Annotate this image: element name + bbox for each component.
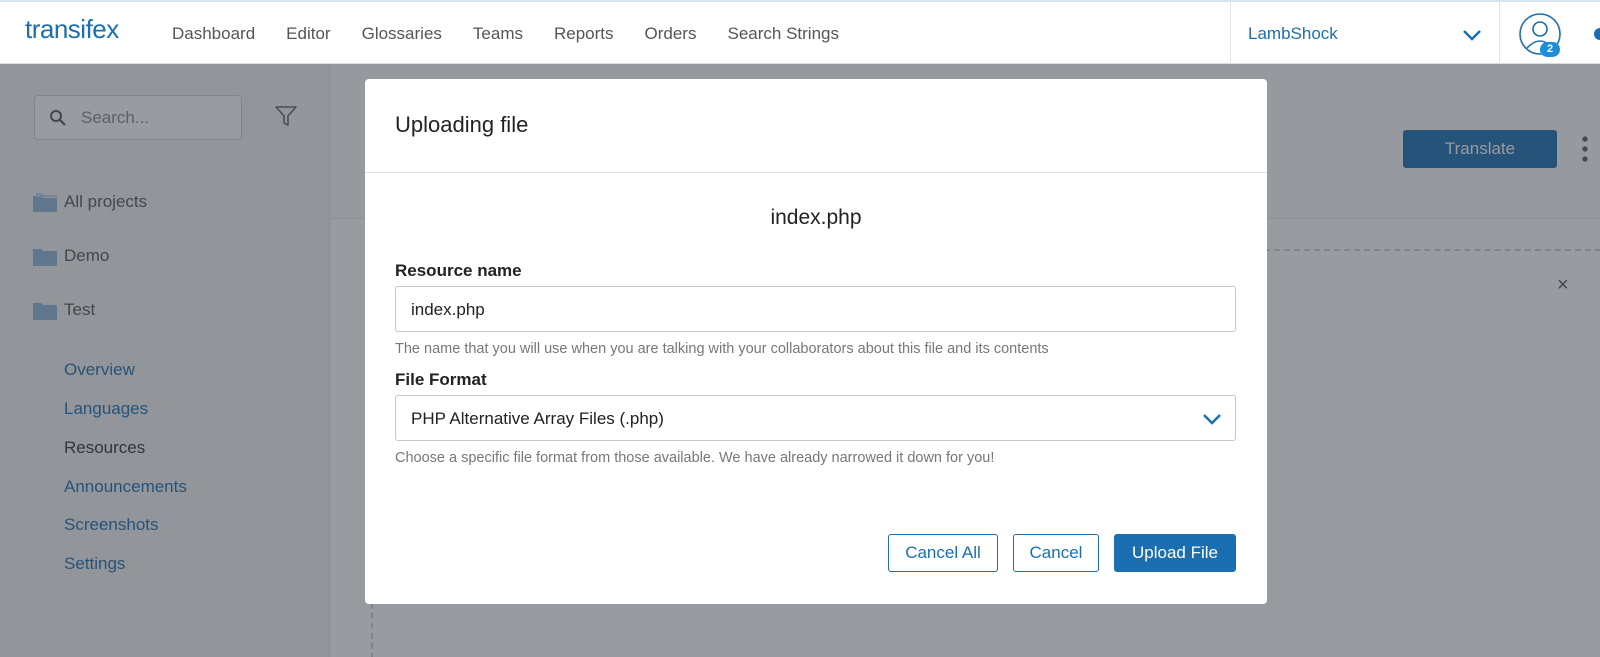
nav-link-editor[interactable]: Editor [286, 24, 330, 44]
modal-header: Uploading file [365, 79, 1267, 173]
notification-badge: 2 [1540, 42, 1560, 57]
organization-name: LambShock [1248, 24, 1338, 43]
uploaded-file-name: index.php [770, 206, 862, 229]
top-navbar: transifex Dashboard Editor Glossaries Te… [0, 0, 1600, 64]
help-icon[interactable] [1594, 28, 1600, 40]
modal-title: Uploading file [395, 112, 529, 137]
transifex-logo[interactable]: transifex [25, 14, 119, 45]
resource-name-hint: The name that you will use when you are … [395, 341, 1049, 357]
resource-name-input[interactable]: index.php [395, 286, 1236, 332]
nav-link-dashboard[interactable]: Dashboard [172, 24, 255, 44]
organization-switcher[interactable]: LambShock [1230, 2, 1500, 64]
upload-file-modal: Uploading file index.php Resource name i… [365, 79, 1267, 604]
cancel-button[interactable]: Cancel [1013, 534, 1099, 572]
file-format-label: File Format [395, 370, 487, 389]
chevron-down-icon [1203, 414, 1221, 425]
cancel-all-button[interactable]: Cancel All [888, 534, 998, 572]
upload-file-button[interactable]: Upload File [1114, 534, 1236, 572]
file-format-value: PHP Alternative Array Files (.php) [411, 409, 664, 428]
nav-link-teams[interactable]: Teams [473, 24, 523, 44]
resource-name-label: Resource name [395, 261, 522, 280]
main-nav: Dashboard Editor Glossaries Teams Report… [172, 24, 870, 44]
nav-link-search-strings[interactable]: Search Strings [727, 24, 839, 44]
file-format-hint: Choose a specific file format from those… [395, 450, 995, 466]
nav-link-glossaries[interactable]: Glossaries [362, 24, 442, 44]
file-format-select[interactable]: PHP Alternative Array Files (.php) [395, 395, 1236, 441]
chevron-down-icon [1463, 30, 1481, 41]
resource-name-value: index.php [411, 300, 485, 319]
nav-link-orders[interactable]: Orders [645, 24, 697, 44]
nav-link-reports[interactable]: Reports [554, 24, 614, 44]
